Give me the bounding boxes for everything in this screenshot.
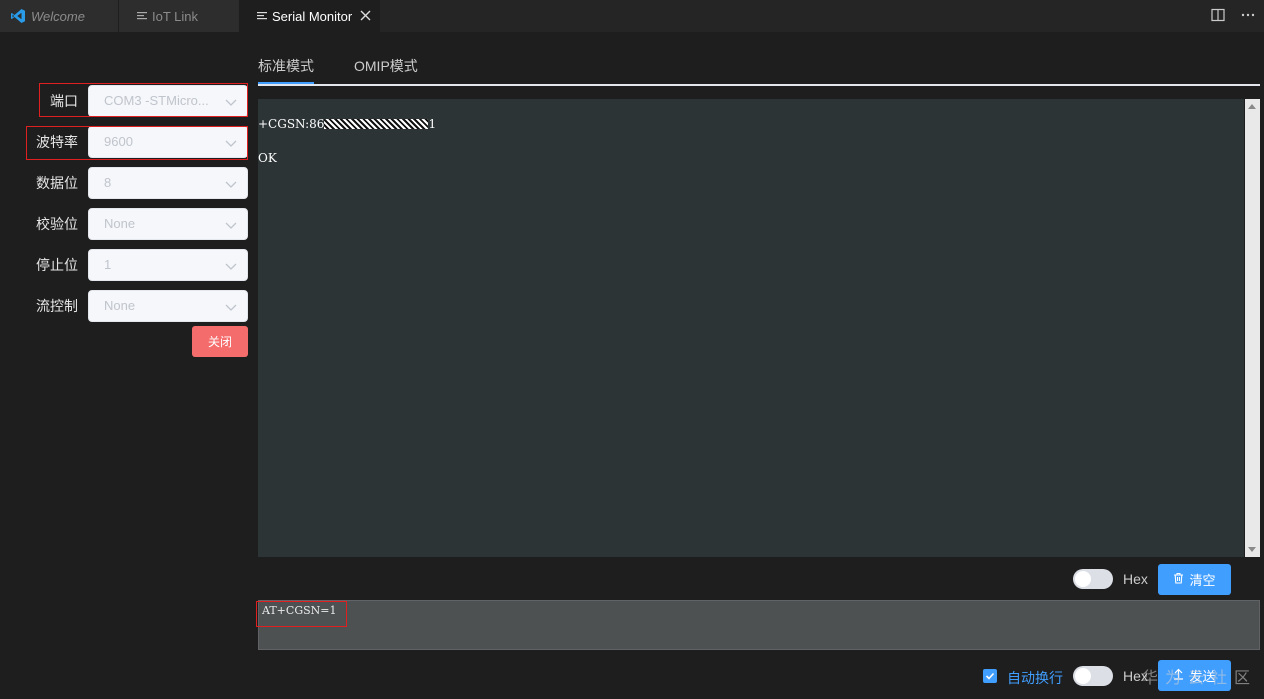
baud-select-value: 9600 (104, 134, 133, 149)
parity-label: 校验位 (36, 216, 78, 232)
stopbits-label: 停止位 (36, 257, 78, 273)
hex-display-label: Hex (1123, 571, 1148, 587)
send-button-label: 发送 (1189, 669, 1216, 684)
toggle-knob (1075, 571, 1091, 587)
stopbits-row: 停止位 1 (0, 249, 250, 281)
send-button[interactable]: 发送 (1158, 660, 1231, 691)
chevron-down-icon (225, 301, 237, 316)
editor-tab-bar: Welcome IoT Link Serial Monitor (0, 0, 1264, 32)
databits-label: 数据位 (36, 175, 78, 191)
active-tab-indicator (258, 82, 314, 84)
databits-row: 数据位 8 (0, 167, 250, 199)
output-line-suffix: 1 (428, 117, 437, 131)
scroll-up-icon[interactable] (1248, 104, 1256, 109)
more-actions-icon[interactable] (1240, 7, 1256, 26)
port-row: 端口 COM3 -STMicro... (0, 85, 250, 117)
close-port-button[interactable]: 关闭 (192, 326, 248, 357)
baud-label: 波特率 (36, 134, 78, 150)
output-line-prefix: +CGSN:86 (258, 117, 325, 131)
port-select-value: COM3 -STMicro... (104, 93, 209, 108)
baud-select[interactable]: 9600 (88, 126, 248, 158)
chevron-down-icon (225, 178, 237, 193)
chevron-down-icon (225, 137, 237, 152)
tab-serial-monitor[interactable]: Serial Monitor (240, 0, 380, 32)
flow-select[interactable]: None (88, 290, 248, 322)
tab-iot-link[interactable]: IoT Link (119, 0, 240, 32)
chevron-down-icon (225, 219, 237, 234)
clear-button-label: 清空 (1189, 573, 1216, 588)
close-icon[interactable] (360, 8, 371, 25)
hex-send-label: Hex (1123, 668, 1148, 684)
stopbits-select-value: 1 (104, 257, 112, 272)
tab-omip-mode[interactable]: OMIP模式 (354, 56, 418, 76)
flow-select-value: None (104, 298, 136, 313)
databits-select-value: 8 (104, 175, 112, 190)
parity-select-value: None (104, 216, 136, 231)
flow-row: 流控制 None (0, 290, 250, 322)
port-select[interactable]: COM3 -STMicro... (88, 85, 248, 117)
serial-output: +CGSN:86 1 OK (258, 99, 1244, 557)
chevron-down-icon (225, 260, 237, 275)
tab-iot-link-label: IoT Link (152, 8, 199, 24)
preview-lines-icon (257, 11, 267, 21)
chevron-down-icon (225, 96, 237, 111)
port-label: 端口 (50, 93, 78, 109)
mode-tabs: 标准模式 OMIP模式 (258, 48, 1260, 86)
vscode-logo-icon (10, 8, 26, 24)
auto-newline-checkbox[interactable] (983, 669, 997, 683)
flow-label: 流控制 (36, 298, 78, 314)
send-input[interactable]: AT+CGSN=1 (258, 600, 1260, 650)
output-line: OK (258, 151, 277, 165)
baud-row: 波特率 9600 (0, 126, 250, 158)
tab-welcome[interactable]: Welcome (0, 0, 119, 32)
stopbits-select[interactable]: 1 (88, 249, 248, 281)
parity-row: 校验位 None (0, 208, 250, 240)
toggle-knob (1075, 668, 1091, 684)
output-line: +CGSN:86 1 (258, 117, 436, 131)
tab-serial-monitor-label: Serial Monitor (272, 8, 353, 24)
databits-select[interactable]: 8 (88, 167, 248, 199)
editor-actions (1210, 7, 1256, 26)
clear-button[interactable]: 清空 (1158, 564, 1231, 595)
hex-send-toggle[interactable] (1073, 666, 1113, 686)
auto-newline-label[interactable]: 自动换行 (1007, 668, 1063, 688)
preview-lines-icon (137, 11, 147, 21)
upload-icon (1173, 668, 1184, 683)
redacted-mask (324, 119, 429, 129)
tab-welcome-label: Welcome (31, 8, 85, 24)
send-input-value: AT+CGSN=1 (262, 604, 337, 617)
output-scrollbar[interactable] (1245, 99, 1260, 557)
parity-select[interactable]: None (88, 208, 248, 240)
split-editor-icon[interactable] (1210, 7, 1226, 26)
check-icon (985, 672, 995, 680)
trash-icon (1173, 572, 1184, 587)
tab-standard-mode[interactable]: 标准模式 (258, 56, 314, 76)
scroll-down-icon[interactable] (1248, 547, 1256, 552)
hex-display-toggle[interactable] (1073, 569, 1113, 589)
